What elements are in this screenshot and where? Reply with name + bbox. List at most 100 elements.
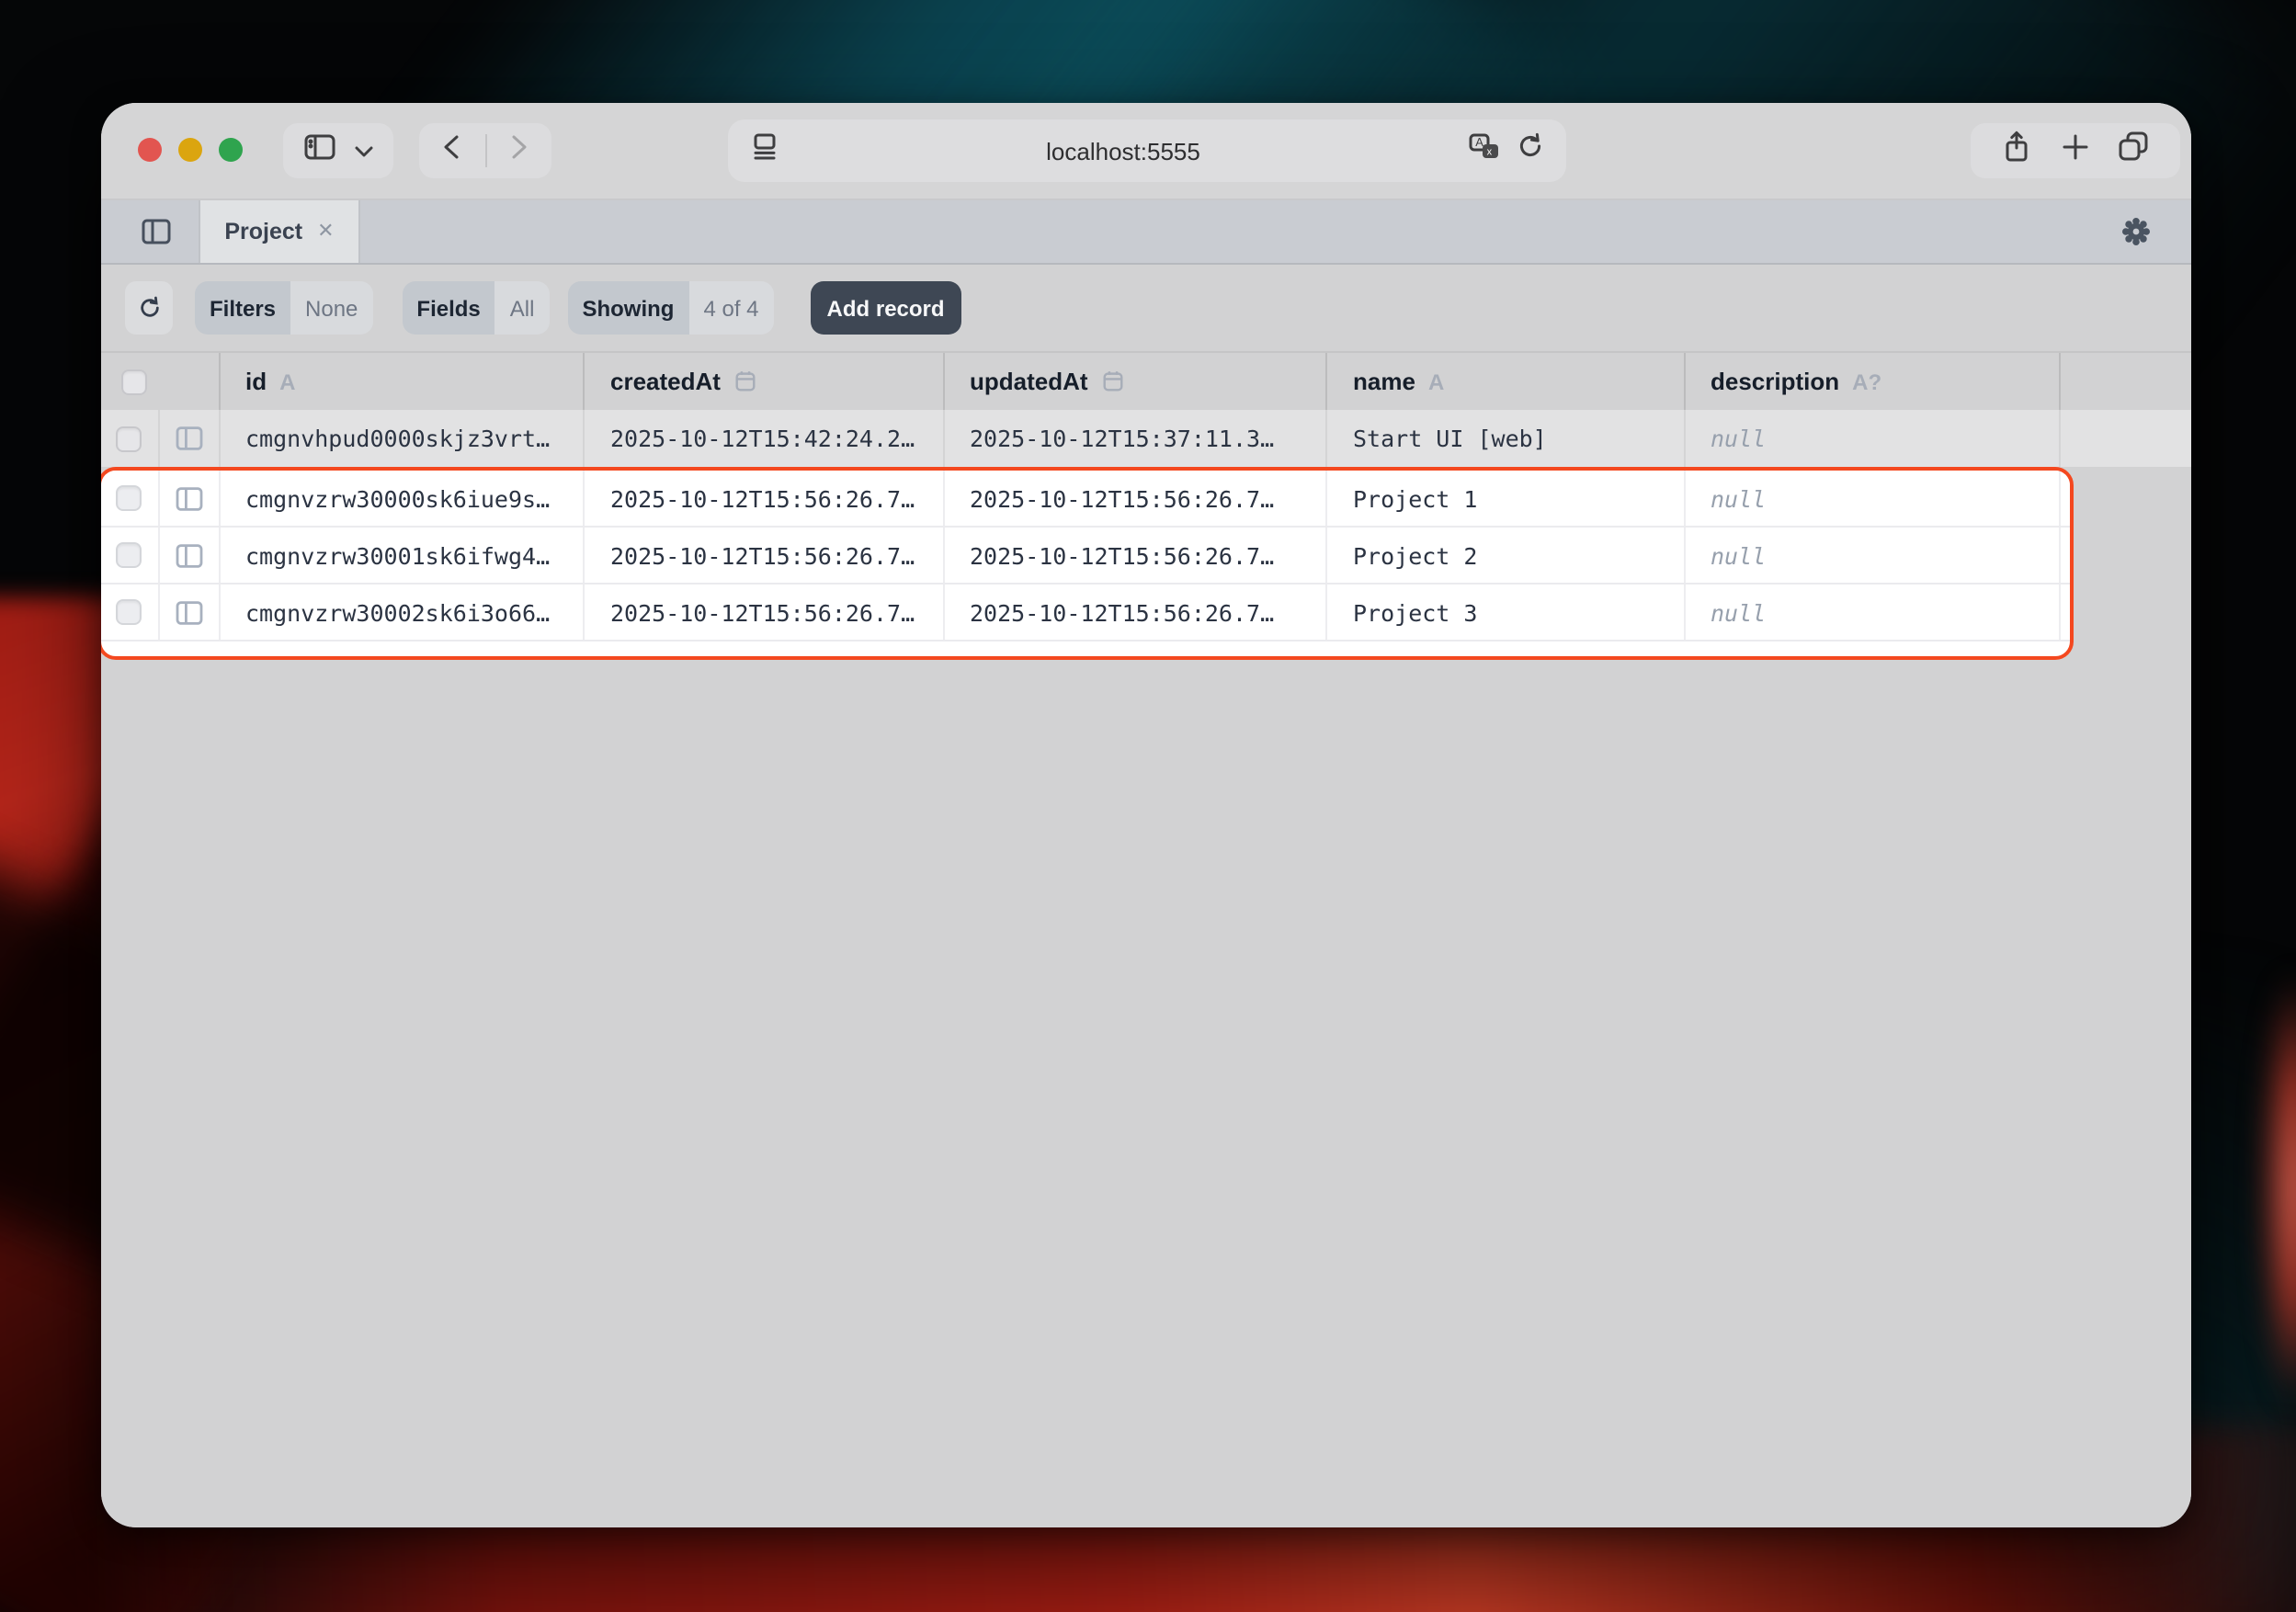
cell-id[interactable]: cmgnvzrw30002sk6i3o66… [220, 585, 585, 640]
column-header-id[interactable]: idA [220, 353, 585, 410]
column-header-name[interactable]: name A [1327, 353, 1685, 410]
cell-createdAt[interactable]: 2025-10-12T15:56:26.7… [585, 585, 944, 640]
tab-label: Project [224, 219, 302, 244]
column-type-badge: A [1428, 369, 1444, 394]
column-label: createdAt [610, 368, 721, 395]
expand-record-icon[interactable] [174, 598, 203, 626]
highlight-selection-box: cmgnvzrw30000sk6iue9s… 2025-10-12T15:56:… [101, 467, 2074, 660]
cell-updatedAt[interactable]: 2025-10-12T15:56:26.7… [944, 585, 1327, 640]
cell-createdAt[interactable]: 2025-10-12T15:56:26.7… [585, 528, 944, 583]
fields-value: All [495, 281, 550, 335]
column-label: name [1353, 368, 1415, 395]
calendar-icon [1101, 369, 1125, 393]
studio-content: Filters None Fields All Showing 4 of 4 A… [101, 265, 2191, 1527]
cell-id[interactable]: cmgnvzrw30000sk6iue9s… [220, 471, 585, 526]
data-table: idA createdAt updatedAt name Adescription A… [101, 353, 2191, 1527]
row-checkbox[interactable] [117, 542, 142, 568]
sidebar-toggle-icon[interactable] [302, 131, 335, 170]
cell-description[interactable]: null [1685, 528, 2060, 583]
reader-view-icon[interactable] [749, 131, 779, 170]
expand-record-icon[interactable] [174, 541, 203, 569]
address-bar[interactable]: localhost:5555 A x [727, 119, 1565, 182]
table-row[interactable]: cmgnvhpud0000skjz3vrt… 2025-10-12T15:42:… [101, 410, 2191, 467]
row-checkbox[interactable] [117, 599, 142, 625]
back-icon[interactable] [444, 133, 460, 168]
row-expand-cell [159, 585, 220, 640]
column-type-badge: A [279, 369, 295, 394]
row-checkbox-cell [101, 585, 159, 640]
column-type-badge: A? [1852, 369, 1881, 394]
fields-label: Fields [402, 281, 494, 335]
tab-close-icon[interactable]: ✕ [317, 221, 334, 242]
browser-window: localhost:5555 A x [101, 103, 2191, 1527]
traffic-lights [138, 138, 243, 162]
select-all-checkbox[interactable] [121, 369, 147, 394]
cell-name[interactable]: Start UI [web] [1327, 410, 1685, 467]
row-checkbox[interactable] [117, 485, 142, 511]
fields-button[interactable]: Fields All [402, 281, 549, 335]
add-record-button[interactable]: Add record [811, 281, 961, 335]
expand-record-icon[interactable] [174, 425, 203, 452]
row-checkbox[interactable] [117, 426, 142, 451]
refresh-button[interactable] [125, 281, 173, 335]
expand-record-icon[interactable] [174, 484, 203, 512]
column-header-updatedAt[interactable]: updatedAt [944, 353, 1327, 410]
forward-icon[interactable] [511, 133, 528, 168]
row-checkbox-cell [101, 410, 159, 467]
new-tab-icon[interactable] [2062, 133, 2087, 168]
nav-buttons-group [419, 123, 551, 178]
table-row[interactable]: cmgnvzrw30002sk6i3o66… 2025-10-12T15:56:… [101, 585, 2070, 641]
table-toolbar: Filters None Fields All Showing 4 of 4 A… [101, 265, 2191, 353]
cell-updatedAt[interactable]: 2025-10-12T15:56:26.7… [944, 528, 1327, 583]
cell-name[interactable]: Project 2 [1327, 528, 1685, 583]
cell-description[interactable]: null [1685, 585, 2060, 640]
row-expand-cell [159, 528, 220, 583]
tab-overview-icon[interactable] [2119, 131, 2150, 171]
row-filler [2060, 585, 2070, 640]
cell-createdAt[interactable]: 2025-10-12T15:42:24.2… [585, 410, 944, 467]
nav-divider [484, 134, 486, 167]
cell-description[interactable]: null [1685, 410, 2060, 467]
browser-title-bar: localhost:5555 A x [101, 103, 2191, 200]
cell-id[interactable]: cmgnvzrw30001sk6ifwg4… [220, 528, 585, 583]
cell-description[interactable]: null [1685, 471, 2060, 526]
table-row[interactable]: cmgnvzrw30000sk6iue9s… 2025-10-12T15:56:… [101, 471, 2070, 528]
table-row[interactable]: cmgnvzrw30001sk6ifwg4… 2025-10-12T15:56:… [101, 528, 2070, 585]
minimize-window-button[interactable] [178, 138, 202, 162]
column-header-description[interactable]: description A? [1685, 353, 2060, 410]
screen: localhost:5555 A x [0, 0, 2296, 1612]
settings-gear-icon[interactable] [2121, 217, 2151, 255]
row-checkbox-cell [101, 528, 159, 583]
cell-createdAt[interactable]: 2025-10-12T15:56:26.7… [585, 471, 944, 526]
column-label: updatedAt [970, 368, 1088, 395]
reload-icon[interactable] [1516, 132, 1543, 169]
column-header-createdAt[interactable]: createdAt [585, 353, 944, 410]
cell-updatedAt[interactable]: 2025-10-12T15:37:11.3… [944, 410, 1327, 467]
close-window-button[interactable] [138, 138, 162, 162]
tab-project[interactable]: Project ✕ [199, 200, 360, 263]
cell-name[interactable]: Project 3 [1327, 585, 1685, 640]
zoom-window-button[interactable] [219, 138, 243, 162]
studio-tab-bar: Project ✕ [101, 200, 2191, 265]
row-filler [2060, 528, 2070, 583]
url-text[interactable]: localhost:5555 [779, 137, 1468, 165]
cell-id[interactable]: cmgnvhpud0000skjz3vrt… [220, 410, 585, 467]
sidebar-toggle-group [283, 123, 393, 178]
showing-button[interactable]: Showing 4 of 4 [567, 281, 773, 335]
table-rows: cmgnvhpud0000skjz3vrt… 2025-10-12T15:42:… [101, 410, 2191, 467]
chevron-down-icon[interactable] [356, 134, 374, 167]
share-icon[interactable] [2002, 130, 2031, 172]
table-header-row: idA createdAt updatedAt name Adescription A… [101, 353, 2191, 412]
column-label: description [1711, 368, 1839, 395]
showing-label: Showing [567, 281, 688, 335]
showing-value: 4 of 4 [688, 281, 773, 335]
column-header-filler [2060, 353, 2191, 410]
filters-button[interactable]: Filters None [195, 281, 372, 335]
calendar-icon [733, 369, 757, 393]
row-filler [2060, 410, 2191, 467]
row-expand-cell [159, 471, 220, 526]
cell-updatedAt[interactable]: 2025-10-12T15:56:26.7… [944, 471, 1327, 526]
cell-name[interactable]: Project 1 [1327, 471, 1685, 526]
panel-toggle-icon[interactable] [127, 200, 186, 263]
translate-icon[interactable]: A x [1468, 132, 1499, 169]
